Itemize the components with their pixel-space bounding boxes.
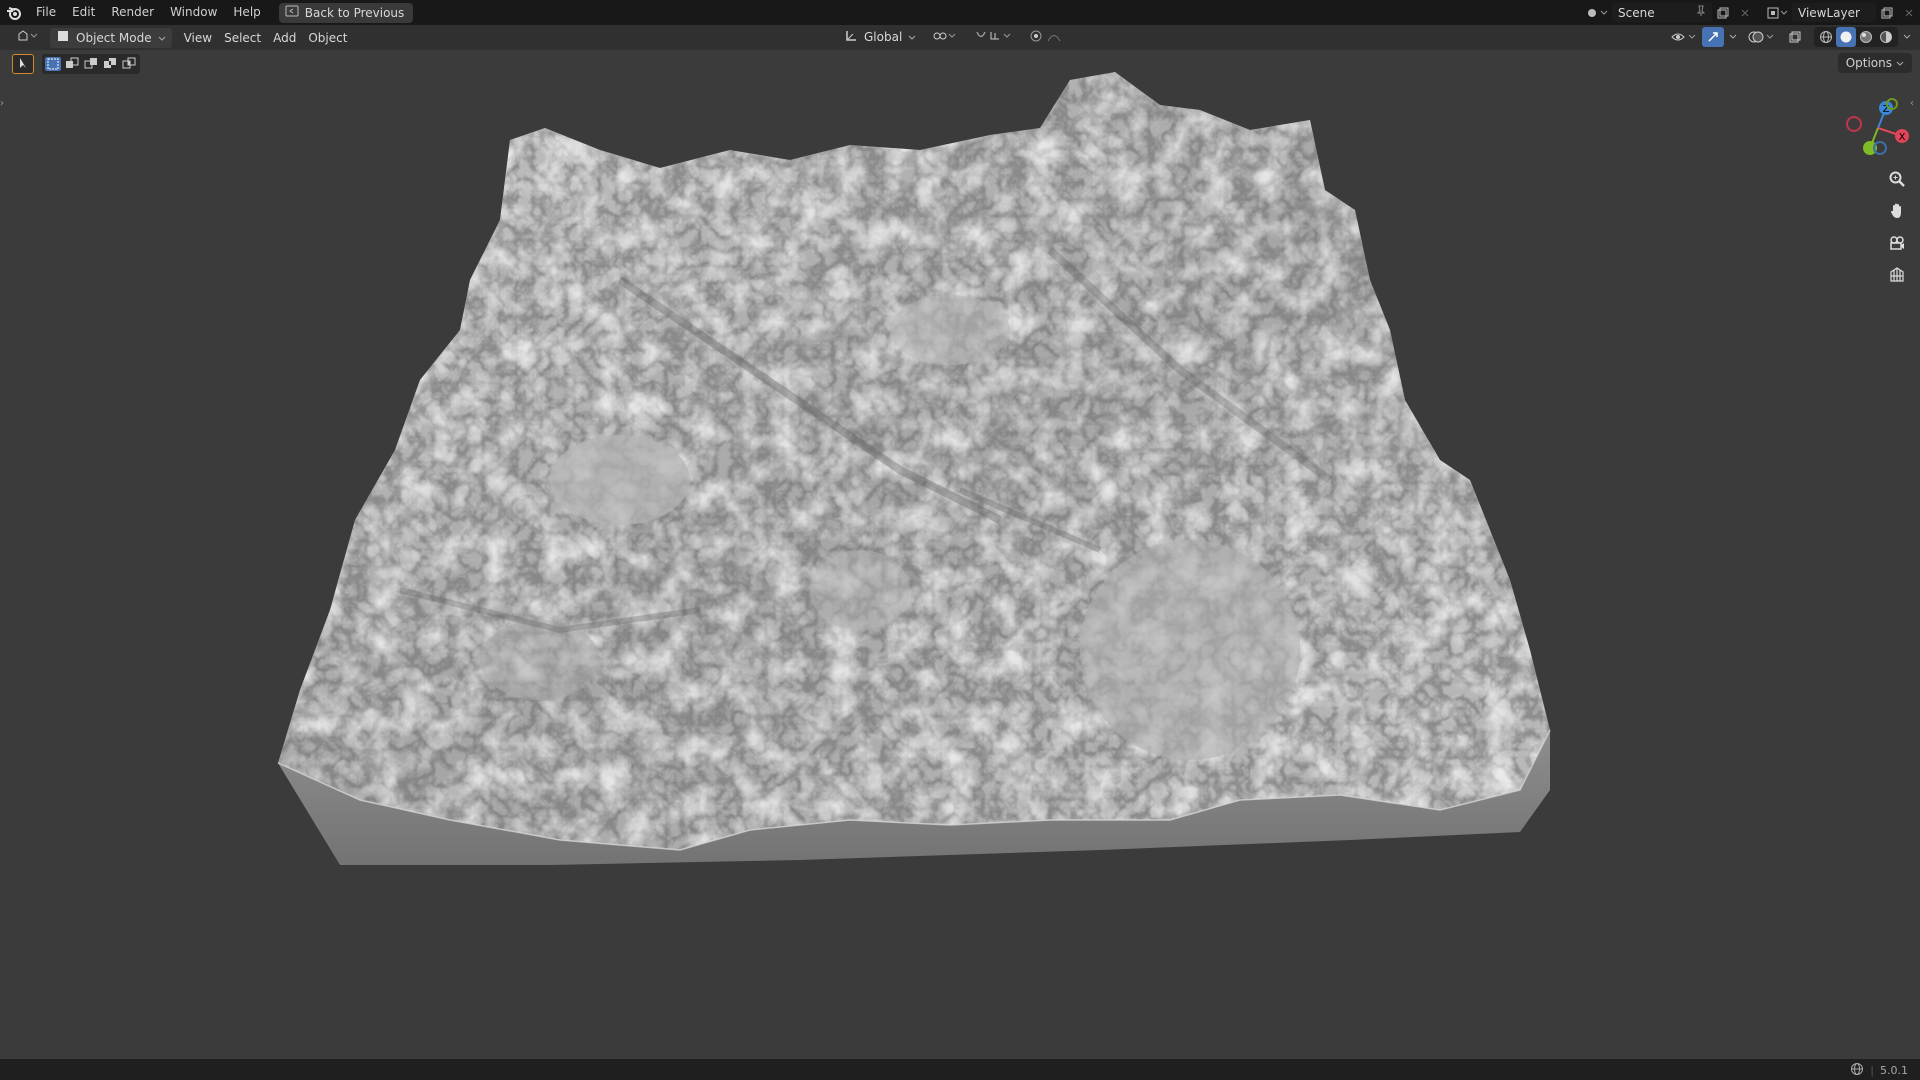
menu-window[interactable]: Window [162, 0, 225, 25]
navigation-gizmo[interactable]: Z X [1834, 92, 1914, 162]
shading-dropdown-icon[interactable] [1900, 27, 1914, 47]
select-tool-icon [16, 56, 30, 73]
ortho-grid-icon[interactable] [1884, 262, 1910, 288]
3d-viewport[interactable]: Options › ‹ Z X [0, 50, 1920, 1059]
scene-icon[interactable] [1582, 3, 1612, 23]
transform-orientation-label: Global [864, 30, 903, 44]
gizmo-x-label: X [1899, 132, 1906, 143]
shading-mode-group [1814, 27, 1898, 47]
select-difference-icon[interactable] [102, 56, 118, 73]
back-to-previous-label: Back to Previous [304, 5, 405, 20]
scene-name-field[interactable]: Scene [1612, 3, 1712, 22]
chevron-down-icon [1896, 56, 1904, 70]
wireframe-shading-icon[interactable] [1816, 27, 1836, 47]
visibility-icon[interactable] [1668, 27, 1700, 47]
camera-icon[interactable] [1884, 230, 1910, 256]
transform-orientation-dropdown[interactable]: Global [838, 27, 922, 47]
select-subtract-icon[interactable] [83, 56, 99, 73]
back-to-previous-button[interactable]: Back to Previous [278, 2, 414, 23]
scene-name: Scene [1618, 5, 1655, 20]
gizmo-neg-x[interactable] [1846, 116, 1862, 132]
pin-icon[interactable] [1696, 5, 1706, 20]
close-view-layer-icon[interactable] [1898, 3, 1920, 23]
terrain-mesh[interactable] [0, 50, 1920, 1059]
menu-edit[interactable]: Edit [64, 0, 103, 25]
view-layer-name: ViewLayer [1798, 5, 1860, 20]
menu-view[interactable]: View [178, 28, 218, 48]
overlay-icon[interactable] [1746, 27, 1778, 47]
editor-type-icon [16, 29, 40, 46]
view-layer-icon[interactable] [1762, 3, 1792, 23]
proportional-icon [1030, 29, 1070, 46]
new-scene-icon[interactable] [1712, 3, 1734, 23]
object-mode-label: Object Mode [76, 30, 152, 45]
version-area: | 5.0.1 [1850, 1062, 1908, 1079]
snap-toggle[interactable] [968, 27, 1020, 47]
toolbar-expand-arrow[interactable]: › [0, 98, 10, 118]
menu-select[interactable]: Select [218, 28, 267, 48]
back-icon [285, 5, 299, 20]
blender-logo-icon[interactable] [0, 0, 28, 25]
material-shading-icon[interactable] [1856, 27, 1876, 47]
status-bar: | 5.0.1 [0, 1059, 1920, 1080]
version-label: 5.0.1 [1880, 1064, 1908, 1077]
top-menu-bar: File Edit Render Window Help Back to Pre… [0, 0, 1920, 25]
select-extend-icon[interactable] [64, 56, 80, 73]
tool-header-row [12, 54, 140, 74]
viewport-display-controls [1668, 27, 1914, 47]
snap-icon [974, 29, 1014, 46]
gizmo-dropdown-icon[interactable] [1726, 27, 1740, 47]
xray-icon[interactable] [1784, 27, 1806, 47]
new-view-layer-icon[interactable] [1876, 3, 1898, 23]
pivot-icon [932, 29, 958, 46]
rendered-shading-icon[interactable] [1876, 27, 1896, 47]
selection-mode-group [42, 54, 140, 74]
close-icon[interactable] [1734, 3, 1756, 23]
menu-help[interactable]: Help [225, 0, 268, 25]
menu-add[interactable]: Add [267, 28, 302, 48]
chevron-down-icon [158, 31, 166, 45]
object-mode-icon [56, 29, 70, 46]
options-dropdown[interactable]: Options [1837, 53, 1912, 73]
select-tool-button[interactable] [12, 54, 34, 74]
globe-icon[interactable] [1850, 1062, 1864, 1079]
menu-render[interactable]: Render [103, 0, 162, 25]
zoom-icon[interactable] [1884, 166, 1910, 192]
viewport-nav-tools [1884, 166, 1910, 288]
select-intersect-icon[interactable] [121, 56, 137, 73]
gizmo-z-label: Z [1883, 104, 1890, 115]
transform-controls: Global [838, 27, 1076, 47]
gizmo-icon[interactable] [1702, 27, 1724, 47]
options-label: Options [1845, 56, 1892, 70]
menu-file[interactable]: File [28, 0, 64, 25]
view-layer-field[interactable]: ViewLayer [1792, 3, 1876, 22]
transform-orientation-icon [844, 29, 858, 46]
object-mode-dropdown[interactable]: Object Mode [50, 27, 172, 48]
solid-shading-icon[interactable] [1836, 27, 1856, 47]
pivot-point-dropdown[interactable] [926, 27, 964, 47]
editor-type-button[interactable] [10, 28, 46, 48]
viewport-header: Object Mode View Select Add Object Globa… [0, 25, 1920, 50]
proportional-editing-toggle[interactable] [1024, 27, 1076, 47]
menu-object[interactable]: Object [302, 28, 353, 48]
terrain-top-surface [278, 72, 1550, 850]
chevron-down-icon [908, 30, 916, 44]
pan-hand-icon[interactable] [1884, 198, 1910, 224]
select-new-icon[interactable] [45, 57, 61, 71]
